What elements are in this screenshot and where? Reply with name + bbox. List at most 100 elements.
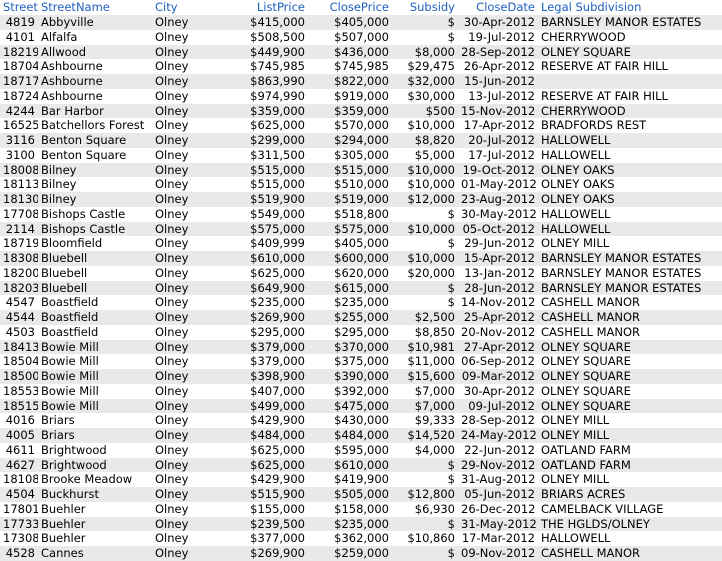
table-row[interactable]: 17308 Buehler Olney $377,000 $362,000 $10,860… [0, 531, 722, 546]
street-number-cell: 18200 [3, 265, 38, 280]
table-row[interactable]: 18500 Bowie Mill Olney $398,900 $390,000 $15,… [0, 369, 722, 384]
table-row[interactable]: 17708 Bishops Castle Olney $549,000 $518,800… [0, 206, 722, 222]
close-date-cell: 15-Jun-2012 [464, 74, 535, 88]
street-name-cell: Bar Harbor [41, 103, 104, 118]
close-date-cell: 23-Aug-2012 [461, 192, 536, 206]
listings-table: StreetI StreetName City ListPrice CloseP… [0, 0, 722, 561]
table-row[interactable]: 18515 Bowie Mill Olney $499,000 $475,000 $7,0… [0, 398, 722, 414]
column-header-city[interactable]: City [152, 0, 214, 15]
close-price-cell: $259,000 [334, 546, 389, 560]
subsidy-cell: $ [447, 546, 455, 560]
legal-subdivision-cell: OLNEY OAKS [541, 177, 615, 192]
street-name-cell: Ashbourne [41, 59, 103, 74]
column-header-close-price[interactable]: ClosePrice [308, 0, 392, 15]
table-row[interactable]: 18413 Bowie Mill Olney $379,000 $370,000 $10,… [0, 339, 722, 355]
table-row[interactable]: 18553 Bowie Mill Olney $407,000 $392,000 $7,0… [0, 383, 722, 399]
column-header-street-number[interactable]: StreetI [0, 0, 38, 15]
list-price-cell: $515,000 [250, 162, 305, 177]
table-row[interactable]: 3116 Benton Square Olney $299,000 $294,000 $8… [0, 133, 722, 148]
table-row[interactable]: 4244 Bar Harbor Olney $359,000 $359,000 $500 1… [0, 103, 722, 119]
table-row[interactable]: 18203 Bluebell Olney $649,900 $615,000 $28-Ju… [0, 280, 722, 296]
close-date-cell: 15-Apr-2012 [463, 251, 535, 265]
subsidy-cell: $ [447, 280, 455, 295]
close-date-cell: 14-Nov-2012 [461, 295, 536, 310]
table-row[interactable]: 4627 Brightwood Olney $625,000 $610,000 $29-N… [0, 457, 722, 473]
legal-subdivision-cell: OLNEY SQUARE [541, 398, 631, 413]
street-number-cell: 18203 [3, 280, 38, 295]
close-date-cell: 17-Apr-2012 [463, 118, 535, 133]
column-header-legal-subdivision[interactable]: Legal Subdivision [538, 0, 722, 15]
table-row[interactable]: 4005 Briars Olney $484,000 $484,000 $14,520 24… [0, 428, 722, 443]
table-row[interactable]: 17801 Buehler Olney $155,000 $158,000 $6,930 2… [0, 501, 722, 517]
column-header-street-name[interactable]: StreetName [38, 0, 152, 15]
close-price-cell: $235,000 [334, 295, 389, 310]
street-name-cell: Buehler [41, 516, 86, 531]
table-row[interactable]: 18113 Bilney Olney $515,000 $510,000 $10,000 0… [0, 177, 722, 192]
table-row[interactable]: 4016 Briars Olney $429,900 $430,000 $9,333 28-… [0, 413, 722, 428]
table-row[interactable]: 3100 Benton Square Olney $311,500 $305,000 $5… [0, 147, 722, 163]
table-row[interactable]: 18724 Ashbourne Olney $974,990 $919,000 $30,0… [0, 88, 722, 104]
legal-subdivision-cell: BARNSLEY MANOR ESTATES [541, 280, 702, 295]
close-date-cell: 20-Nov-2012 [461, 324, 536, 339]
list-price-cell: $311,500 [250, 147, 305, 162]
table-row[interactable]: 18130 Bilney Olney $519,900 $519,000 $12,000 2… [0, 192, 722, 207]
close-price-cell: $294,000 [334, 133, 389, 147]
table-row[interactable]: 4101 Alfalfa Olney $508,500 $507,000 $19-Jul-… [0, 29, 722, 45]
table-row[interactable]: 18200 Bluebell Olney $625,000 $620,000 $20,00… [0, 265, 722, 281]
close-date-cell: 29-Nov-2012 [461, 457, 536, 472]
table-row[interactable]: 18704 Ashbourne Olney $745,985 $745,985 $29,4… [0, 59, 722, 74]
subsidy-cell: $12,800 [407, 487, 455, 501]
close-price-cell: $507,000 [334, 29, 389, 44]
table-row[interactable]: 4528 Cannes Olney $269,900 $259,000 $09-Nov-2… [0, 546, 722, 561]
close-date-cell: 31-May-2012 [461, 516, 537, 531]
list-price-cell: $610,000 [250, 251, 305, 265]
close-price-cell: $745,985 [334, 59, 389, 74]
table-row[interactable]: 4504 Buckhurst Olney $515,900 $505,000 $12,80… [0, 487, 722, 502]
subsidy-cell: $ [447, 236, 455, 251]
close-price-cell: $436,000 [334, 44, 389, 59]
table-row[interactable]: 18308 Bluebell Olney $610,000 $600,000 $10,00… [0, 251, 722, 266]
table-row[interactable]: 4547 Boastfield Olney $235,000 $235,000 $14-N… [0, 295, 722, 310]
street-name-cell: Bishops Castle [41, 221, 126, 236]
table-row[interactable]: 4544 Boastfield Olney $269,900 $255,000 $2,50… [0, 310, 722, 325]
table-row[interactable]: 17733 Buehler Olney $239,500 $235,000 $31-May… [0, 516, 722, 532]
close-date-cell: 22-Jun-2012 [464, 442, 535, 457]
close-date-cell: 09-Nov-2012 [461, 546, 536, 560]
close-date-cell: 13-Jul-2012 [468, 88, 535, 103]
table-row[interactable]: 18219 Allwood Olney $449,900 $436,000 $8,000 2… [0, 44, 722, 60]
table-row[interactable]: 18108 Brooke Meadow Olney $429,900 $419,900 $… [0, 472, 722, 487]
table-row[interactable]: 18719 Bloomfield Olney $409,999 $405,000 $29-… [0, 236, 722, 251]
close-date-cell: 26-Dec-2012 [461, 501, 536, 516]
list-price-cell: $377,000 [250, 531, 305, 546]
table-row[interactable]: 4503 Boastfield Olney $295,000 $295,000 $8,85… [0, 324, 722, 340]
legal-subdivision-cell: BRADFORDS REST [541, 118, 647, 133]
table-row[interactable]: 18504 Bowie Mill Olney $379,000 $375,000 $11,… [0, 354, 722, 369]
close-date-cell: 19-Jul-2012 [468, 29, 535, 44]
table-row[interactable]: 18717 Ashbourne Olney $863,990 $822,000 $32,0… [0, 74, 722, 89]
column-header-subsidy[interactable]: Subsidy [392, 0, 458, 15]
column-header-list-price[interactable]: ListPrice [214, 0, 308, 15]
list-price-cell: $235,000 [250, 295, 305, 310]
table-row[interactable]: 16525 Batchellors Forest Olney $625,000 $570… [0, 118, 722, 133]
subsidy-cell: $10,860 [407, 531, 455, 546]
city-cell: Olney [155, 251, 189, 265]
list-price-cell: $415,000 [250, 15, 305, 29]
street-name-cell: Bowie Mill [41, 339, 99, 354]
close-price-cell: $822,000 [334, 74, 389, 88]
table-row[interactable]: 2114 Bishops Castle Olney $575,000 $575,000 $… [0, 221, 722, 237]
legal-subdivision-cell: CASHELL MANOR [541, 295, 641, 310]
subsidy-cell: $20,000 [407, 265, 455, 280]
street-number-cell: 4528 [5, 546, 35, 560]
list-price-cell: $515,900 [250, 487, 305, 501]
street-name-cell: Brooke Meadow [41, 472, 133, 487]
legal-subdivision-cell: HALLOWELL [541, 206, 611, 221]
table-row[interactable]: 4611 Brightwood Olney $625,000 $595,000 $4,00… [0, 442, 722, 458]
street-name-cell: Buckhurst [41, 487, 99, 501]
street-number-cell: 18219 [3, 44, 38, 59]
street-number-cell: 18108 [3, 472, 38, 487]
column-header-close-date[interactable]: CloseDate [458, 0, 538, 15]
city-cell: Olney [155, 472, 189, 487]
table-row[interactable]: 18008 Bilney Olney $515,000 $515,000 $10,000 1… [0, 162, 722, 178]
street-number-cell: 4005 [5, 428, 35, 442]
table-row[interactable]: 4819 Abbyville Olney $415,000 $405,000 $30-Ap… [0, 15, 722, 30]
